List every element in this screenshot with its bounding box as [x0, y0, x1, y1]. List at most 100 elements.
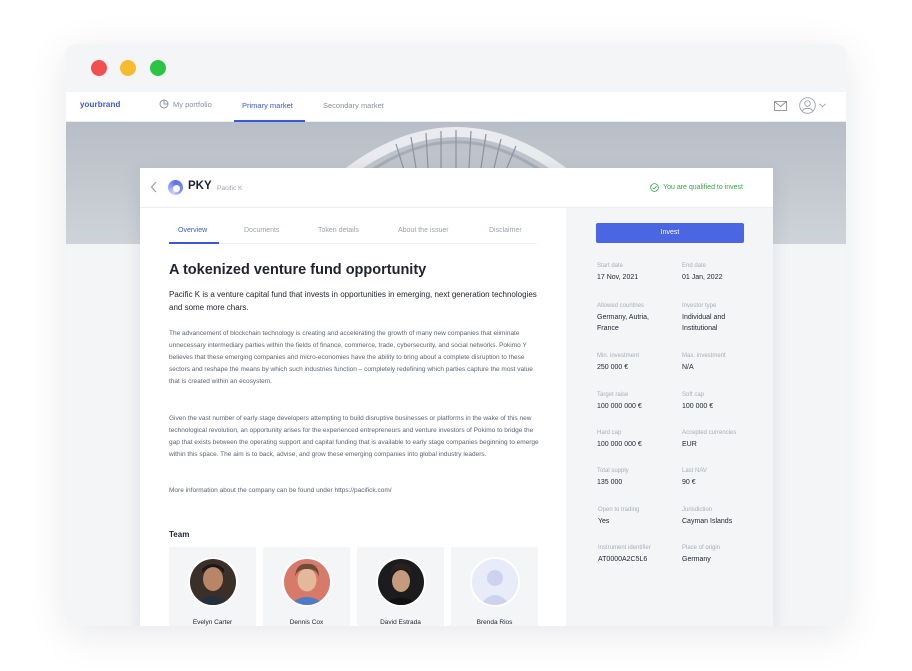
- info-value: 100 000 €: [682, 403, 714, 410]
- info-value: 100 000 000 €: [597, 403, 642, 410]
- info-last-nav: Last NAV 90 €: [682, 468, 762, 489]
- info-value: Yes: [598, 518, 610, 525]
- top-navigation: yourbrand My portfolio Primary market Se…: [66, 92, 846, 122]
- info-label: Max. investment: [682, 353, 726, 359]
- info-hard-cap: Hard cap 100 000 000 €: [597, 430, 677, 451]
- info-value: 90 €: [682, 479, 696, 486]
- info-label: Min. investment: [597, 353, 640, 359]
- team-member-card[interactable]: Evelyn Carter: [169, 547, 256, 626]
- nav-secondary-market[interactable]: Secondary market: [323, 101, 384, 110]
- info-value: AT0000A2C5L6: [598, 556, 648, 563]
- info-label: Hard cap: [597, 430, 622, 436]
- tab-bar: Overview Documents Token details About t…: [169, 220, 537, 244]
- more-info-text: More information about the company can b…: [169, 487, 392, 494]
- browser-window: yourbrand My portfolio Primary market Se…: [66, 44, 846, 626]
- user-menu[interactable]: [799, 97, 826, 114]
- info-value: 250 000 €: [597, 364, 629, 371]
- team-member-name: Dennis Cox: [289, 619, 324, 626]
- info-value: Germany, Autria, France: [597, 314, 650, 332]
- info-label: Last NAV: [682, 468, 707, 474]
- info-label: Investor type: [682, 303, 717, 309]
- minimize-window-button[interactable]: [120, 60, 136, 76]
- tab-documents[interactable]: Documents: [244, 227, 279, 234]
- team-member-name: David Estrada: [380, 619, 421, 626]
- info-total-supply: Total supply 135 000: [597, 468, 677, 489]
- maximize-window-button[interactable]: [150, 60, 166, 76]
- offering-header: PKY Pacific K You are qualified to inves…: [140, 168, 773, 208]
- avatar-placeholder: [470, 557, 520, 607]
- info-label: Start date: [597, 263, 624, 269]
- team-member-card[interactable]: Dennis Cox: [263, 547, 350, 626]
- info-label: Accepted currencies: [682, 430, 737, 436]
- tab-token-details[interactable]: Token details: [318, 227, 359, 234]
- invest-button[interactable]: Invest: [596, 223, 744, 243]
- team-member-card[interactable]: David Estrada: [357, 547, 444, 626]
- token-logo-icon: [168, 180, 183, 195]
- team-list: Evelyn Carter Dennis Cox David Estrada B…: [169, 547, 538, 626]
- page-title: A tokenized venture fund opportunity: [169, 262, 427, 278]
- token-name: Pacific K: [217, 185, 243, 192]
- offering-details-sidebar: Invest Start date 17 Nov, 2021 End date …: [566, 208, 773, 626]
- info-max-investment: Max. investment N/A: [682, 353, 762, 374]
- qualification-status: You are qualified to invest: [650, 183, 743, 192]
- overview-content: Overview Documents Token details About t…: [140, 208, 566, 626]
- description-paragraph-1: The advancement of blockchain technology…: [169, 330, 533, 386]
- info-allowed-countries: Allowed countries Germany, Autria, Franc…: [597, 303, 667, 334]
- info-value: Cayman Islands: [682, 518, 733, 525]
- info-value: 135 000: [597, 479, 623, 486]
- nav-my-portfolio[interactable]: My portfolio: [159, 99, 212, 109]
- info-label: Jurisdiction: [682, 507, 713, 513]
- info-value: 17 Nov, 2021: [597, 274, 639, 281]
- info-label: Total supply: [597, 468, 629, 474]
- info-open-to-trading: Open to trading Yes: [598, 507, 678, 528]
- offering-panel: PKY Pacific K You are qualified to inves…: [140, 168, 773, 626]
- info-value: 01 Jan, 2022: [682, 274, 723, 281]
- brand-logo[interactable]: yourbrand: [80, 100, 120, 109]
- info-place-of-origin: Place of origin Germany: [682, 545, 762, 566]
- nav-my-portfolio-label: My portfolio: [173, 99, 212, 109]
- tab-overview[interactable]: Overview: [178, 227, 207, 234]
- avatar: [188, 557, 238, 607]
- info-end-date: End date 01 Jan, 2022: [682, 263, 762, 284]
- info-value: Individual and Institutional: [682, 314, 726, 332]
- info-accepted-currencies: Accepted currencies EUR: [682, 430, 762, 451]
- team-member-card[interactable]: Brenda Rios: [451, 547, 538, 626]
- info-label: Target raise: [597, 392, 629, 398]
- info-label: Place of origin: [682, 545, 721, 551]
- info-label: Allowed countries: [597, 303, 645, 309]
- info-value: 100 000 000 €: [597, 441, 642, 448]
- chevron-down-icon: [819, 103, 826, 108]
- info-label: Soft cap: [682, 392, 705, 398]
- mail-icon[interactable]: [774, 100, 787, 111]
- info-label: Open to trading: [598, 507, 640, 513]
- back-arrow-icon[interactable]: [150, 181, 158, 193]
- info-label: Instrument identifier: [598, 545, 651, 551]
- info-min-investment: Min. investment 250 000 €: [597, 353, 677, 374]
- pie-chart-icon: [159, 99, 169, 109]
- info-value: Germany: [682, 556, 711, 563]
- team-member-name: Evelyn Carter: [192, 619, 233, 626]
- lead-paragraph: Pacific K is a venture capital fund that…: [169, 290, 537, 312]
- description-paragraph-2: Given the vast number of early stage dev…: [169, 415, 539, 459]
- qualification-text: You are qualified to invest: [663, 184, 743, 191]
- info-value: N/A: [682, 364, 694, 371]
- info-start-date: Start date 17 Nov, 2021: [597, 263, 677, 284]
- token-ticker: PKY: [188, 180, 212, 192]
- nav-primary-market[interactable]: Primary market: [242, 101, 293, 110]
- info-value: EUR: [682, 441, 697, 448]
- info-soft-cap: Soft cap 100 000 €: [682, 392, 762, 413]
- tab-about-issuer[interactable]: About the issuer: [398, 227, 449, 234]
- team-heading: Team: [169, 530, 190, 539]
- check-circle-icon: [650, 183, 659, 192]
- close-window-button[interactable]: [91, 60, 107, 76]
- info-investor-type: Investor type Individual and Institution…: [682, 303, 752, 334]
- avatar: [376, 557, 426, 607]
- info-jurisdiction: Jurisdiction Cayman Islands: [682, 507, 762, 528]
- info-label: End date: [682, 263, 707, 269]
- default-user-icon: [472, 559, 518, 605]
- tab-disclaimer[interactable]: Disclaimer: [489, 227, 522, 234]
- title-bar: [66, 44, 846, 92]
- tab-active-indicator: [169, 242, 219, 244]
- info-target-raise: Target raise 100 000 000 €: [597, 392, 677, 413]
- avatar: [282, 557, 332, 607]
